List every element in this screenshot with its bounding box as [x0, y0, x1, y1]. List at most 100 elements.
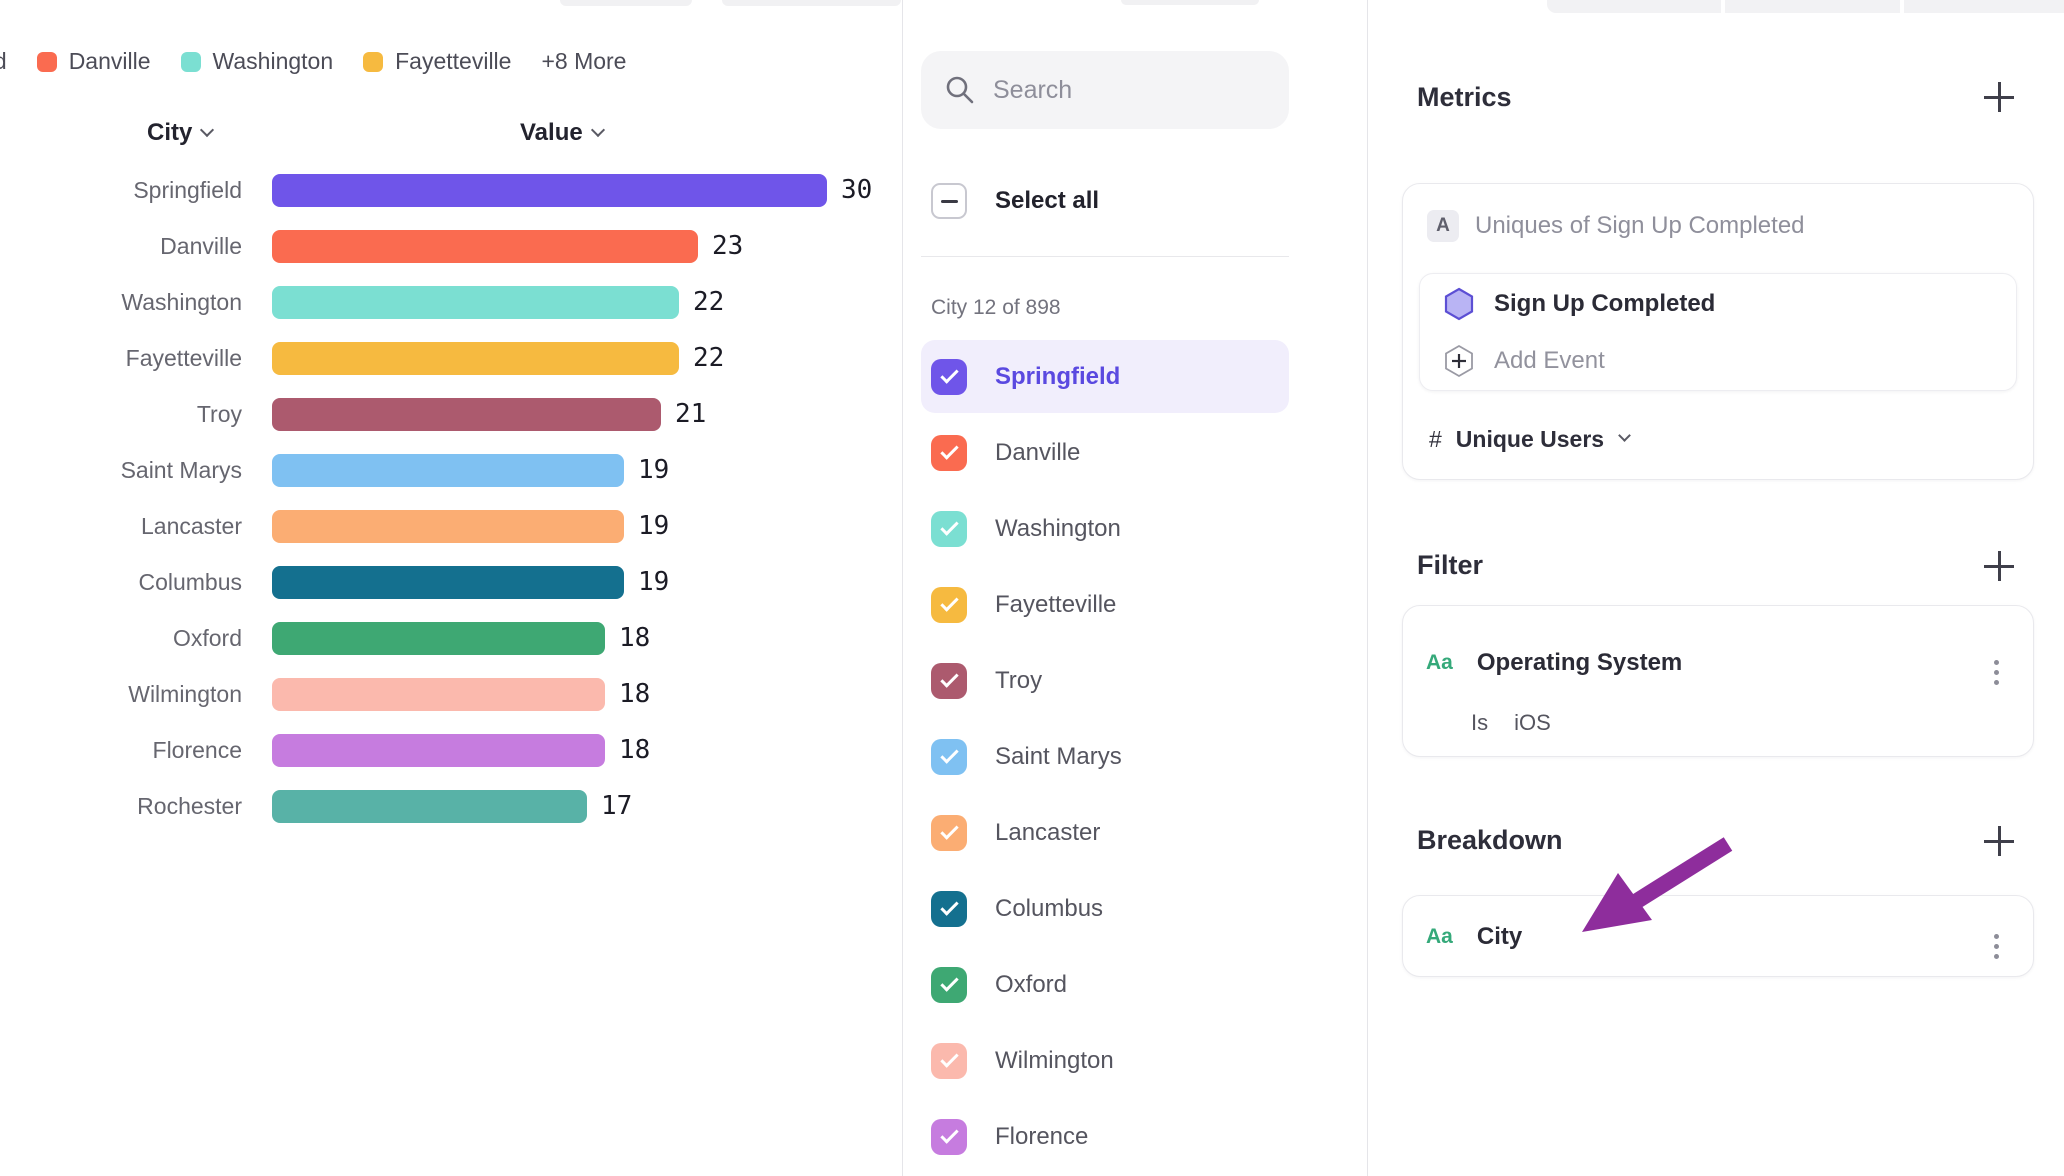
bar[interactable]	[272, 174, 827, 207]
bar[interactable]	[272, 510, 624, 543]
city-list-item[interactable]: Saint Marys	[921, 720, 1289, 793]
city-list-item[interactable]: Washington	[921, 492, 1289, 565]
checkmark-icon	[940, 973, 958, 991]
kebab-menu-icon[interactable]	[1988, 928, 2005, 965]
filter-card: Aa Operating System Is iOS	[1402, 605, 2034, 757]
city-selector-panel: Select all City 12 of 898 Springfield Da…	[902, 0, 1368, 1176]
add-breakdown-button[interactable]	[1982, 824, 2016, 858]
number-icon: #	[1429, 426, 1442, 453]
city-list-item[interactable]: Springfield	[921, 340, 1289, 413]
add-filter-button[interactable]	[1982, 549, 2016, 583]
tab-remnant	[1904, 0, 2064, 13]
checkmark-icon	[940, 1125, 958, 1143]
bar-value-label: 17	[601, 791, 632, 821]
column-header-value[interactable]: Value	[520, 116, 603, 150]
toolbar-remnant	[1121, 0, 1259, 5]
city-list-item[interactable]: Wilmington	[921, 1024, 1289, 1097]
search-input[interactable]	[993, 76, 1263, 105]
select-all-checkbox[interactable]	[931, 183, 967, 219]
city-label: Fayetteville	[995, 591, 1116, 619]
city-label: Florence	[995, 1123, 1088, 1151]
city-list-item[interactable]: Lancaster	[921, 796, 1289, 869]
city-checkbox[interactable]	[931, 967, 967, 1003]
bar-row: Fayetteville 22	[0, 330, 902, 386]
city-checkbox[interactable]	[931, 815, 967, 851]
city-checkbox[interactable]	[931, 435, 967, 471]
city-checkbox[interactable]	[931, 739, 967, 775]
select-all-row[interactable]: Select all	[931, 183, 1099, 219]
divider	[921, 256, 1289, 257]
bar[interactable]	[272, 566, 624, 599]
city-checkbox[interactable]	[931, 1043, 967, 1079]
add-event-label: Add Event	[1494, 347, 1605, 375]
city-checkbox[interactable]	[931, 359, 967, 395]
bar-category-label: Washington	[0, 289, 242, 316]
kebab-menu-icon[interactable]	[1988, 654, 2005, 691]
bar-row: Saint Marys 19	[0, 442, 902, 498]
bar-value-label: 23	[712, 231, 743, 261]
bar[interactable]	[272, 790, 587, 823]
breakdown-card: Aa City	[1402, 895, 2034, 977]
bar-value-label: 18	[619, 735, 650, 765]
city-checkbox[interactable]	[931, 1119, 967, 1155]
tab-remnant	[1547, 0, 1721, 13]
legend-item[interactable]: Danville	[37, 48, 151, 75]
add-event-button[interactable]: Add Event	[1444, 344, 1605, 378]
bar[interactable]	[272, 286, 679, 319]
city-list-item[interactable]: Florence	[921, 1100, 1289, 1173]
filter-section-title: Filter	[1417, 550, 1483, 581]
filter-condition-row[interactable]: Is iOS	[1471, 710, 1551, 736]
tab-remnant	[1725, 0, 1900, 13]
bar-category-label: Saint Marys	[0, 457, 242, 484]
city-label: Springfield	[995, 363, 1120, 391]
city-label: Washington	[995, 515, 1121, 543]
bar[interactable]	[272, 678, 605, 711]
search-box[interactable]	[921, 51, 1289, 129]
city-list-item[interactable]: Columbus	[921, 872, 1289, 945]
formula-badge: A	[1427, 210, 1459, 242]
bar-value-label: 22	[693, 343, 724, 373]
legend-swatch	[37, 52, 57, 72]
bar-category-label: Troy	[0, 401, 242, 428]
legend-item-partial[interactable]: Springfield	[0, 48, 7, 75]
city-checkbox[interactable]	[931, 663, 967, 699]
breakdown-property-row[interactable]: Aa City	[1426, 920, 1522, 954]
bar-value-label: 19	[638, 567, 669, 597]
bar-row: Danville 23	[0, 218, 902, 274]
city-list-item[interactable]: Danville	[921, 416, 1289, 489]
city-list-item[interactable]: Oxford	[921, 948, 1289, 1021]
bar[interactable]	[272, 622, 605, 655]
city-label: Columbus	[995, 895, 1103, 923]
bar[interactable]	[272, 230, 698, 263]
bar-value-label: 21	[675, 399, 706, 429]
add-metric-button[interactable]	[1982, 80, 2016, 114]
city-list-item[interactable]: Troy	[921, 644, 1289, 717]
bar-category-label: Wilmington	[0, 681, 242, 708]
legend-swatch	[181, 52, 201, 72]
column-header-city[interactable]: City	[147, 116, 212, 150]
checkmark-icon	[940, 897, 958, 915]
city-checkbox[interactable]	[931, 587, 967, 623]
legend-item[interactable]: Washington	[181, 48, 334, 75]
bar[interactable]	[272, 398, 661, 431]
aggregation-dropdown[interactable]: # Unique Users	[1429, 422, 1629, 456]
metric-summary-row[interactable]: A Uniques of Sign Up Completed	[1427, 210, 1805, 242]
bar[interactable]	[272, 734, 605, 767]
city-count-label: City 12 of 898	[931, 296, 1061, 320]
checkmark-icon	[940, 1049, 958, 1067]
string-type-badge: Aa	[1426, 651, 1453, 675]
city-checkbox[interactable]	[931, 891, 967, 927]
bar-rows: Springfield 30 Danville 23 Washington 22…	[0, 162, 902, 834]
bar[interactable]	[272, 454, 624, 487]
legend-swatch	[363, 52, 383, 72]
city-list-item[interactable]: Fayetteville	[921, 568, 1289, 641]
indeterminate-icon	[941, 200, 958, 203]
bar[interactable]	[272, 342, 679, 375]
metric-summary-text: Uniques of Sign Up Completed	[1475, 212, 1805, 240]
legend-more-button[interactable]: +8 More	[541, 48, 626, 75]
legend-item[interactable]: Fayetteville	[363, 48, 511, 75]
city-checkbox[interactable]	[931, 511, 967, 547]
filter-property-row[interactable]: Aa Operating System	[1426, 646, 1682, 680]
event-row[interactable]: Sign Up Completed	[1444, 287, 1715, 321]
bar-row: Oxford 18	[0, 610, 902, 666]
